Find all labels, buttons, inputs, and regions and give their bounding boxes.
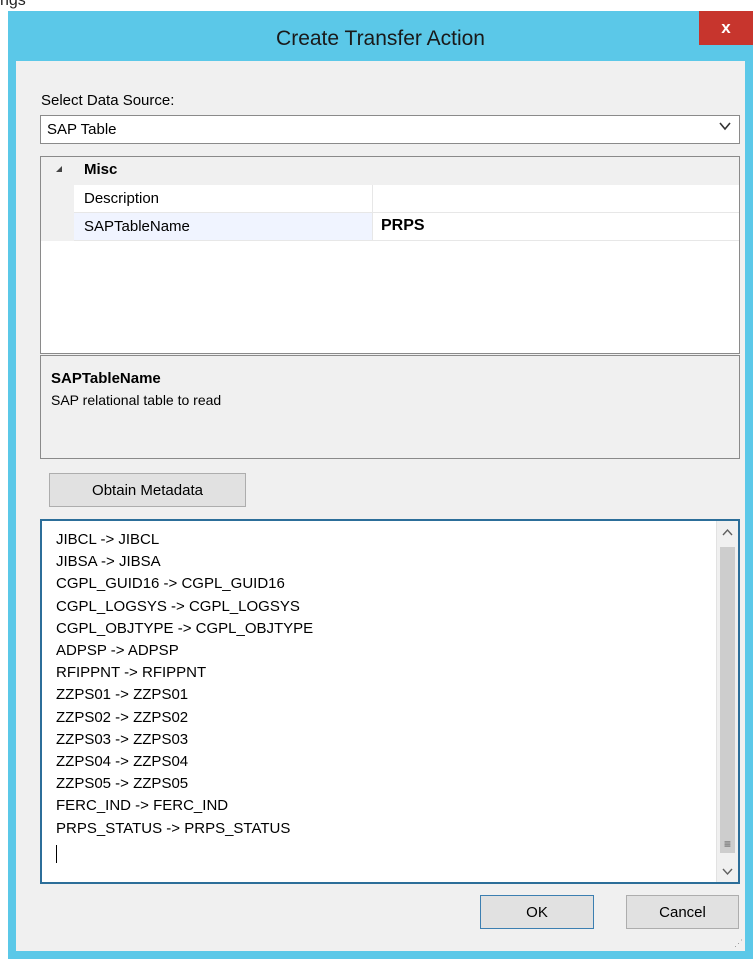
vertical-scrollbar[interactable]: ≡ (716, 521, 738, 882)
title-bar[interactable]: Create Transfer Action x (8, 11, 753, 61)
mapping-line: PRPS_STATUS -> PRPS_STATUS (56, 819, 291, 837)
cancel-button[interactable]: Cancel (626, 895, 739, 929)
background-window-text: ngs (0, 0, 26, 9)
mapping-line: FERC_IND -> FERC_IND (56, 797, 229, 815)
ok-button[interactable]: OK (480, 895, 594, 929)
mapping-line: ZZPS04 -> ZZPS04 (56, 753, 189, 771)
mapping-line: JIBCL -> JIBCL (56, 531, 160, 548)
category-label: Misc (84, 161, 118, 178)
property-value-cell[interactable] (373, 185, 739, 213)
scrollbar-thumb[interactable]: ≡ (720, 547, 735, 853)
help-description: SAP relational table to read (51, 392, 222, 408)
property-row-saptablename[interactable]: SAPTableName PRPS (41, 213, 739, 241)
category-row-misc[interactable]: Misc (41, 157, 739, 185)
property-help-panel: SAPTableName SAP relational table to rea… (40, 355, 740, 459)
close-button[interactable]: x (699, 11, 753, 45)
text-caret (56, 845, 57, 863)
scroll-grip-icon: ≡ (723, 837, 731, 851)
mapping-line: CGPL_LOGSYS -> CGPL_LOGSYS (56, 597, 300, 615)
property-value: PRPS (381, 217, 425, 234)
chevron-down-icon (719, 120, 731, 135)
mapping-lines: JIBCL -> JIBCL JIBSA -> JIBSA CGPL_GUID16 … (56, 529, 313, 840)
mapping-line: ZZPS01 -> ZZPS01 (56, 686, 189, 704)
chevron-down-icon[interactable] (717, 860, 738, 882)
property-grid: Misc Description SAPTableName PRPS (40, 156, 740, 354)
mapping-line: JIBSA -> JIBSA (56, 553, 161, 571)
resize-grip-icon[interactable]: ⋰ (734, 938, 743, 949)
triangle-collapse-icon[interactable] (54, 163, 64, 177)
data-source-value: SAP Table (47, 121, 117, 138)
field-mapping-textarea[interactable]: JIBCL -> JIBCL JIBSA -> JIBSA CGPL_GUID16 … (40, 519, 740, 884)
mapping-line: CGPL_GUID16 -> CGPL_GUID16 (56, 575, 285, 593)
mapping-line: ZZPS02 -> ZZPS02 (56, 708, 189, 726)
property-grid-empty-area (41, 241, 739, 353)
property-value-cell[interactable]: PRPS (373, 213, 739, 241)
property-name: SAPTableName (84, 218, 190, 235)
mapping-line: ADPSP -> ADPSP (56, 642, 179, 660)
obtain-metadata-button[interactable]: Obtain Metadata (49, 473, 246, 507)
select-data-source-label: Select Data Source: (41, 92, 175, 109)
data-source-dropdown[interactable]: SAP Table (40, 115, 740, 144)
mapping-line: RFIPPNT -> RFIPPNT (56, 664, 207, 682)
mapping-line: CGPL_OBJTYPE -> CGPL_OBJTYPE (56, 619, 314, 637)
property-name: Description (84, 190, 160, 207)
property-row-description[interactable]: Description (41, 185, 739, 213)
dialog-title: Create Transfer Action (276, 27, 485, 50)
create-transfer-action-dialog: Create Transfer Action x Select Data Sou… (8, 11, 753, 959)
mapping-line: ZZPS05 -> ZZPS05 (56, 775, 189, 793)
dialog-client-area: Select Data Source: SAP Table Misc Descr… (16, 61, 745, 951)
mapping-line: ZZPS03 -> ZZPS03 (56, 730, 189, 748)
chevron-up-icon[interactable] (717, 521, 738, 543)
close-icon: x (721, 18, 731, 37)
help-title: SAPTableName (51, 370, 161, 387)
